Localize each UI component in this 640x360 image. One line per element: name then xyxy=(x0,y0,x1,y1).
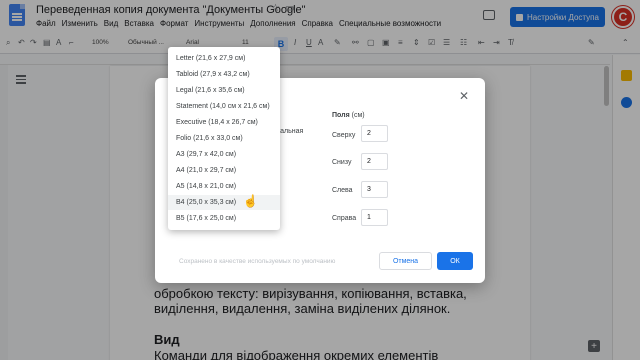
orientation-label: тальная xyxy=(277,128,304,135)
margins-title-text: Поля xyxy=(332,112,350,119)
margin-left-label: Слева xyxy=(332,187,353,194)
paper-size-option[interactable]: A5 (14,8 x 21,0 см) xyxy=(168,179,280,194)
close-icon[interactable]: ✕ xyxy=(459,89,469,103)
paper-size-option[interactable]: Letter (21,6 x 27,9 см) xyxy=(168,51,280,66)
margin-top-input[interactable]: 2 xyxy=(361,125,388,142)
cancel-button[interactable]: Отмена xyxy=(379,252,432,270)
ok-button[interactable]: ОК xyxy=(437,252,473,270)
margins-unit: (см) xyxy=(351,112,365,119)
paper-size-option[interactable]: Statement (14,0 см x 21,6 см) xyxy=(168,99,280,114)
paper-size-option[interactable]: Executive (18,4 x 26,7 см) xyxy=(168,115,280,130)
paper-size-option[interactable]: Folio (21,6 x 33,0 см) xyxy=(168,131,280,146)
paper-size-option-hovered[interactable]: B4 (25,0 x 35,3 см) xyxy=(168,195,280,210)
paper-size-dropdown: Letter (21,6 x 27,9 см) Tabloid (27,9 x … xyxy=(168,47,280,230)
saved-default-text: Сохранено в качестве используемых по умо… xyxy=(179,258,336,265)
margin-bottom-label: Снизу xyxy=(332,159,352,166)
margin-left-input[interactable]: 3 xyxy=(361,181,388,198)
paper-size-option[interactable]: Legal (21,6 x 35,6 см) xyxy=(168,83,280,98)
paper-size-option[interactable]: A4 (21,0 x 29,7 см) xyxy=(168,163,280,178)
hand-cursor-icon: ☝ xyxy=(243,194,258,208)
margin-bottom-input[interactable]: 2 xyxy=(361,153,388,170)
paper-size-option[interactable]: Tabloid (27,9 x 43,2 см) xyxy=(168,67,280,82)
margins-title: Поля (см) xyxy=(332,112,365,119)
margin-top-label: Сверху xyxy=(332,132,356,139)
paper-size-option[interactable]: A3 (29,7 x 42,0 см) xyxy=(168,147,280,162)
paper-size-option[interactable]: B5 (17,6 x 25,0 см) xyxy=(168,211,280,226)
margin-right-input[interactable]: 1 xyxy=(361,209,388,226)
margin-right-label: Справа xyxy=(332,215,357,222)
